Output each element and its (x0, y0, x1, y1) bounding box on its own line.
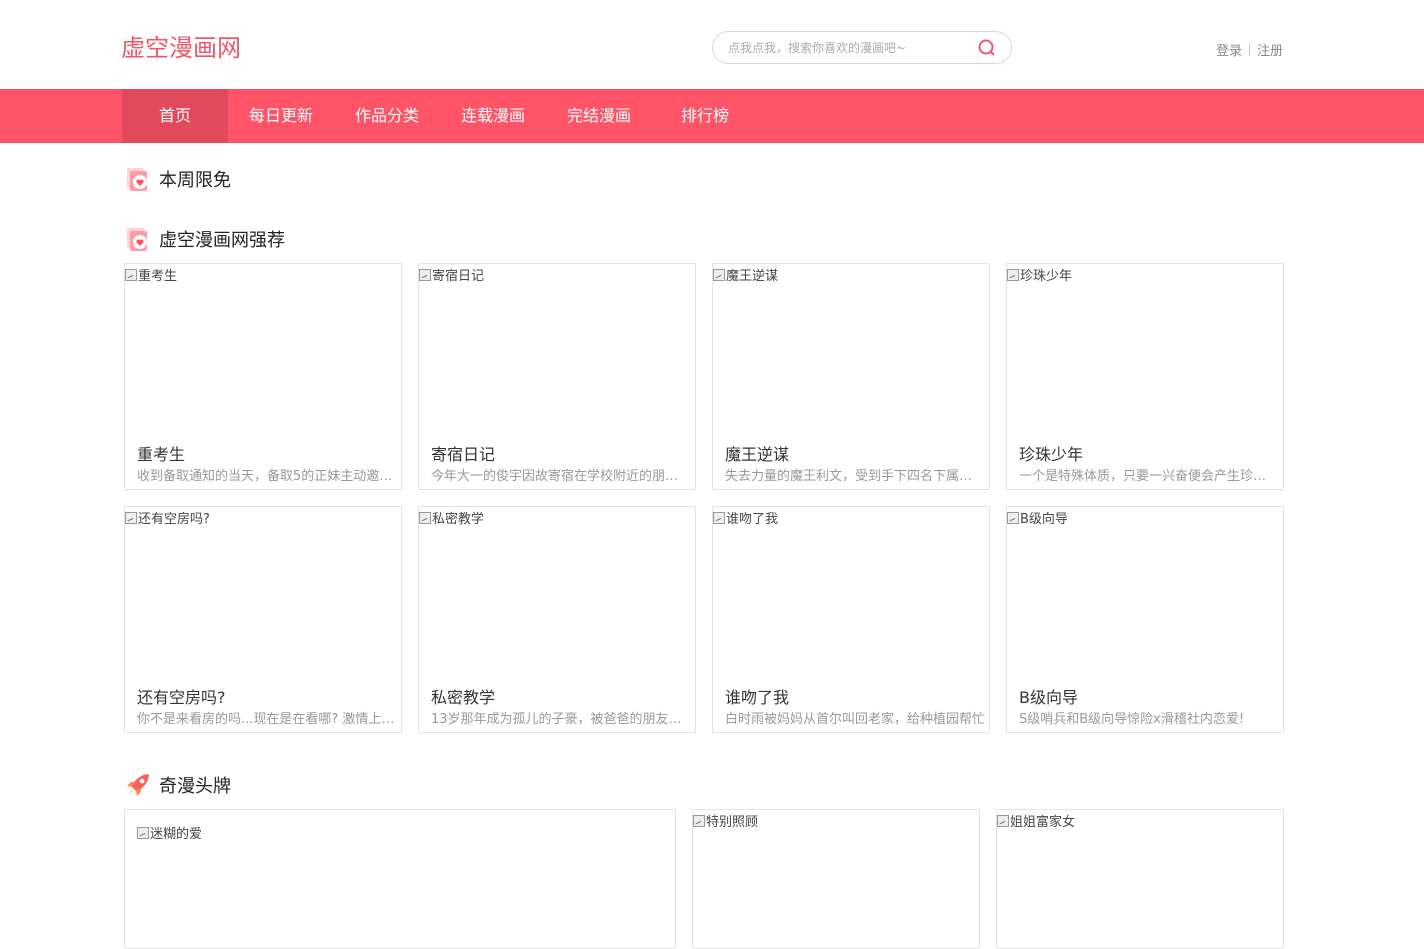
broken-image-icon (713, 268, 725, 281)
comic-card[interactable]: 重考生 重考生 收到备取通知的当天，备取5的正妹主动邀我去她家 (124, 263, 402, 490)
comic-title[interactable]: 还有空房吗? (137, 684, 226, 708)
broken-image-icon (419, 511, 431, 524)
broken-image-icon (713, 511, 725, 524)
comic-description: 收到备取通知的当天，备取5的正妹主动邀我去她家 (137, 469, 397, 484)
cover-image: 特别照顾 (693, 811, 758, 830)
comic-title[interactable]: 私密教学 (431, 684, 495, 708)
divider (1249, 43, 1251, 56)
broken-image-icon (1007, 511, 1019, 524)
broken-image-icon (997, 814, 1009, 827)
comic-description: S级哨兵和B级向导惊险x滑稽社内恋爱! (1019, 712, 1245, 727)
broken-image-icon (137, 826, 149, 839)
register-link[interactable]: 注册 (1257, 40, 1283, 59)
comic-card[interactable]: 私密教学 私密教学 13岁那年成为孤儿的子豪，被爸爸的朋友收养 (418, 506, 696, 733)
comic-title[interactable]: 珍珠少年 (1019, 441, 1083, 465)
headline-card[interactable]: 特别照顾 (692, 809, 980, 949)
comic-description: 今年大一的俊宇因故寄宿在学校附近的朋友家里 (431, 469, 691, 484)
broken-image-icon (1007, 268, 1019, 281)
comic-title[interactable]: 寄宿日记 (431, 441, 495, 465)
section-title-text: 奇漫头牌 (159, 776, 231, 797)
nav-item-home[interactable]: 首页 (122, 89, 228, 143)
cover-image: 私密教学 (419, 508, 484, 527)
nav-item-ongoing[interactable]: 连载漫画 (440, 89, 546, 143)
comic-card[interactable]: 寄宿日记 寄宿日记 今年大一的俊宇因故寄宿在学校附近的朋友家里 (418, 263, 696, 490)
cover-image: 寄宿日记 (419, 265, 484, 284)
comic-card[interactable]: 珍珠少年 珍珠少年 一个是特殊体质，只要一兴奋便会产生珍珠的少年 (1006, 263, 1284, 490)
section-title-text: 本周限免 (159, 170, 231, 191)
comic-card[interactable]: 还有空房吗? 还有空房吗? 你不是来看房的吗...现在是在看哪? 激情上演中 (124, 506, 402, 733)
section-free-week: 本周限免 (124, 165, 231, 193)
comic-card[interactable]: 魔王逆谋 魔王逆谋 失去力量的魔王利文，受到手下四名下属的背叛 (712, 263, 990, 490)
search-icon[interactable] (977, 38, 997, 58)
cover-image: 姐姐富家女 (997, 811, 1075, 830)
rocket-icon (127, 774, 149, 796)
broken-image-icon (125, 268, 137, 281)
comic-description: 你不是来看房的吗...现在是在看哪? 激情上演中 (137, 712, 397, 727)
site-header: 虚空漫画网 登录 注册 (0, 0, 1424, 89)
comic-title[interactable]: 谁吻了我 (725, 684, 789, 708)
section-title-text: 虚空漫画网强荐 (159, 230, 285, 251)
site-logo[interactable]: 虚空漫画网 (121, 28, 241, 63)
cover-image: 珍珠少年 (1007, 265, 1072, 284)
search-input[interactable] (728, 32, 968, 63)
cover-image: 还有空房吗? (125, 508, 210, 527)
broken-image-icon (419, 268, 431, 281)
main-nav: 首页 每日更新 作品分类 连载漫画 完结漫画 排行榜 (0, 89, 1424, 143)
comic-card[interactable]: B级向导 B级向导 S级哨兵和B级向导惊险x滑稽社内恋爱! (1006, 506, 1284, 733)
broken-image-icon (125, 511, 137, 524)
broken-image-icon (693, 814, 705, 827)
comic-description: 一个是特殊体质，只要一兴奋便会产生珍珠的少年 (1019, 469, 1279, 484)
heart-folder-icon (127, 228, 147, 251)
headline-card[interactable]: 姐姐富家女 (996, 809, 1284, 949)
headline-card[interactable]: 迷糊的爱 (124, 809, 676, 949)
nav-item-categories[interactable]: 作品分类 (334, 89, 440, 143)
comic-description: 13岁那年成为孤儿的子豪，被爸爸的朋友收养 (431, 712, 691, 727)
section-recommend: 虚空漫画网强荐 (124, 225, 285, 253)
comic-card[interactable]: 谁吻了我 谁吻了我 白时雨被妈妈从首尔叫回老家，给种植园帮忙 (712, 506, 990, 733)
comic-description: 失去力量的魔王利文，受到手下四名下属的背叛 (725, 469, 985, 484)
user-links: 登录 注册 (1216, 40, 1283, 59)
nav-item-daily-update[interactable]: 每日更新 (228, 89, 334, 143)
nav-item-ranking[interactable]: 排行榜 (652, 89, 758, 143)
cover-image: 重考生 (125, 265, 177, 284)
search-box (712, 31, 1012, 64)
comic-description: 白时雨被妈妈从首尔叫回老家，给种植园帮忙 (725, 712, 985, 727)
comic-title[interactable]: B级向导 (1019, 684, 1078, 708)
section-headline: 奇漫头牌 (124, 771, 231, 799)
comic-title[interactable]: 魔王逆谋 (725, 441, 789, 465)
login-link[interactable]: 登录 (1216, 40, 1242, 59)
cover-image: 魔王逆谋 (713, 265, 778, 284)
cover-image: 谁吻了我 (713, 508, 778, 527)
cover-image: B级向导 (1007, 508, 1068, 527)
comic-title[interactable]: 重考生 (137, 441, 185, 465)
heart-folder-icon (127, 168, 147, 191)
cover-image: 迷糊的爱 (137, 823, 202, 842)
nav-item-completed[interactable]: 完结漫画 (546, 89, 652, 143)
